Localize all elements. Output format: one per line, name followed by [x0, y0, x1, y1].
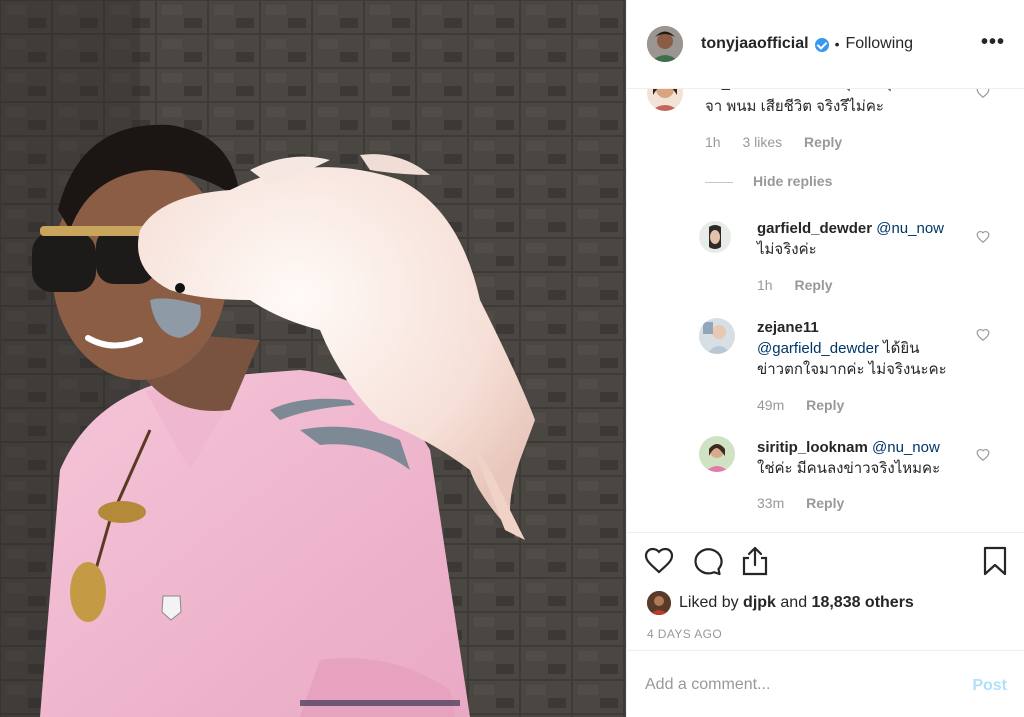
post-comment-button[interactable]: Post	[972, 677, 1007, 695]
comment-text-line2: จา พนม เสียชีวิต จริงรึไม่คะ	[705, 98, 884, 115]
likes-and: and	[780, 594, 808, 611]
reply-mention[interactable]: @garfield_dewder	[757, 340, 879, 357]
hide-replies-button[interactable]: Hide replies	[753, 173, 832, 189]
reply-time[interactable]: 49m	[757, 397, 784, 413]
reply-meta: 33m Reply	[757, 495, 862, 511]
post-timestamp[interactable]: 4 DAYS AGO	[647, 627, 722, 641]
reply-meta: 49m Reply	[757, 397, 862, 413]
reply-text-line1: @garfield_dewder ได้ยิน	[757, 338, 1007, 359]
reply-meta: 1h Reply	[757, 277, 851, 293]
reply-avatar[interactable]	[699, 318, 735, 354]
likes-summary: Liked by djpk and 18,838 others	[647, 591, 914, 615]
header-separator: •	[834, 36, 840, 52]
reply-username[interactable]: garfield_dewder	[757, 220, 872, 237]
heart-icon[interactable]	[643, 545, 675, 577]
liker-username[interactable]: djpk	[743, 594, 776, 611]
comment-input[interactable]	[645, 671, 945, 699]
liker-avatar[interactable]	[647, 591, 671, 615]
post-header: tonyjaaofficial • Following •••	[627, 0, 1024, 89]
comment-meta: 1h 3 likes Reply	[705, 134, 860, 150]
comment-time[interactable]: 1h	[705, 134, 721, 150]
bookmark-icon[interactable]	[979, 545, 1011, 577]
likes-text: Liked by djpk and 18,838 others	[679, 594, 914, 612]
reply-time[interactable]: 33m	[757, 495, 784, 511]
reply-button[interactable]: Reply	[804, 134, 842, 150]
reply-text: zejane11	[757, 317, 1007, 338]
reply-body: ไม่จริงค่ะ	[757, 241, 817, 258]
reply-time[interactable]: 1h	[757, 277, 773, 293]
comment-form: Post	[627, 650, 1024, 717]
reply-avatar[interactable]	[699, 221, 731, 253]
likes-prefix: Liked by	[679, 594, 739, 611]
reply-body: ใช่ค่ะ มีคนลงข่าวจริงไหมคะ	[757, 460, 941, 477]
comment-icon[interactable]	[691, 545, 723, 577]
post-sidebar: tonyjaaofficial • Following ••• nu_now ม…	[626, 0, 1024, 717]
share-icon[interactable]	[739, 545, 771, 577]
reply-text: siritip_looknam @nu_now	[757, 437, 1007, 458]
reply-username[interactable]: zejane11	[757, 319, 819, 336]
likes-others-link[interactable]: 18,838 others	[812, 594, 914, 611]
reply-avatar[interactable]	[699, 436, 735, 472]
reply-button[interactable]: Reply	[806, 397, 844, 413]
reply-username[interactable]: siritip_looknam	[757, 439, 868, 456]
comments-list[interactable]: nu_now มีข่าวในเฟสบุ๊คว่า คุณ จา พนม เสี…	[627, 75, 1024, 532]
verified-icon	[814, 38, 829, 52]
comment-likes[interactable]: 3 likes	[742, 134, 782, 150]
reply-text-line2: ข่าวตกใจมากค่ะ ไม่จริงนะคะ	[757, 361, 947, 378]
reply-like-icon[interactable]	[976, 230, 990, 244]
reply-like-icon[interactable]	[976, 448, 990, 462]
action-bar: Liked by djpk and 18,838 others 4 DAYS A…	[627, 532, 1024, 650]
author-username[interactable]: tonyjaaofficial	[701, 35, 809, 53]
more-icon[interactable]: •••	[981, 32, 1005, 52]
reply-button[interactable]: Reply	[806, 495, 844, 511]
reply-mention[interactable]: @nu_now	[876, 220, 944, 237]
author-avatar[interactable]	[647, 26, 683, 62]
reply-like-icon[interactable]	[976, 328, 990, 342]
following-button[interactable]: Following	[845, 35, 913, 53]
reply-button[interactable]: Reply	[794, 277, 832, 293]
reply-text: garfield_dewder @nu_now	[757, 218, 1007, 239]
post-photo[interactable]	[0, 0, 626, 717]
reply-body: ได้ยิน	[883, 340, 920, 357]
reply-mention[interactable]: @nu_now	[872, 439, 940, 456]
hide-replies-divider	[705, 182, 733, 183]
